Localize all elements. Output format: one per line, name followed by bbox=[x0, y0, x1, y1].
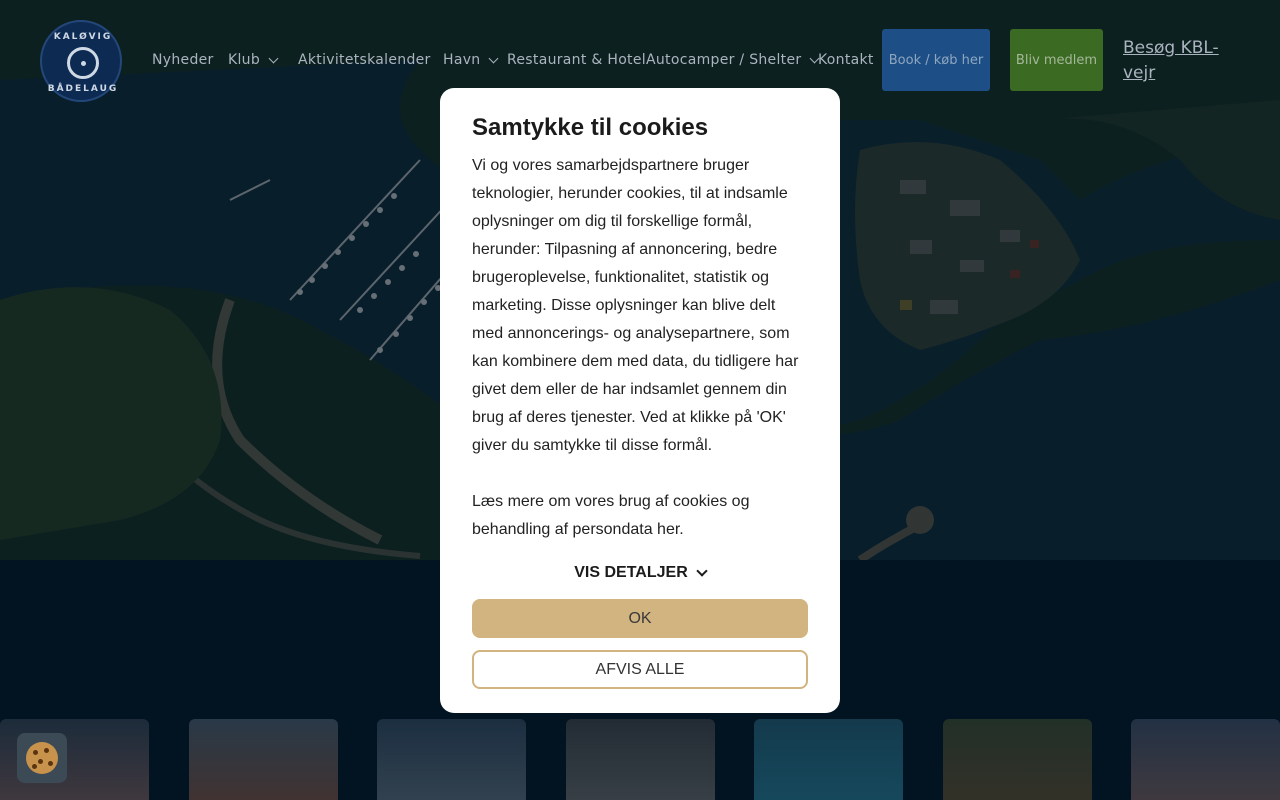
show-details-toggle[interactable]: VIS DETALJER bbox=[472, 564, 808, 582]
accept-button[interactable]: OK bbox=[472, 599, 808, 638]
ship-wheel-icon bbox=[67, 47, 99, 79]
nav-item-label: Nyheder bbox=[152, 52, 214, 68]
chevron-down-icon bbox=[268, 53, 279, 63]
weather-link[interactable]: Besøg KBL-vejr bbox=[1123, 36, 1243, 86]
club-logo[interactable]: KALØVIG BÅDELAUG bbox=[40, 20, 122, 102]
nav-item-aktivitetskalender[interactable]: Aktivitetskalender bbox=[298, 52, 431, 68]
dialog-body-text: Vi og vores samarbejdspartnere bruger te… bbox=[472, 157, 799, 454]
book-button[interactable]: Book / køb her bbox=[882, 29, 990, 91]
nav-item-kontakt[interactable]: Kontakt bbox=[818, 52, 874, 68]
cookie-consent-dialog: Samtykke til cookies Vi og vores samarbe… bbox=[440, 88, 840, 713]
nav-item-autocamper-shelter[interactable]: Autocamper / Shelter bbox=[646, 52, 820, 68]
nav-item-label: Restaurant & Hotel bbox=[507, 52, 646, 68]
nav-item-havn[interactable]: Havn bbox=[443, 52, 499, 68]
nav-item-nyheder[interactable]: Nyheder bbox=[152, 52, 214, 68]
dialog-title: Samtykke til cookies bbox=[472, 114, 709, 141]
nav-item-restaurant-hotel[interactable]: Restaurant & Hotel bbox=[507, 52, 646, 68]
reject-all-button[interactable]: AFVIS ALLE bbox=[472, 650, 808, 689]
nav-item-label: Klub bbox=[228, 52, 261, 68]
logo-bottom-text: BÅDELAUG bbox=[47, 84, 119, 94]
nav-item-label: Havn bbox=[443, 52, 481, 68]
show-details-label: VIS DETALJER bbox=[574, 564, 688, 581]
chevron-down-icon bbox=[696, 565, 708, 577]
become-member-button[interactable]: Bliv medlem bbox=[1010, 29, 1103, 91]
logo-top-text: KALØVIG bbox=[53, 32, 113, 42]
chevron-down-icon bbox=[489, 53, 499, 63]
nav-item-label: Autocamper / Shelter bbox=[646, 52, 802, 68]
nav-item-klub[interactable]: Klub bbox=[228, 52, 279, 68]
cookie-settings-button[interactable] bbox=[17, 733, 67, 783]
nav-item-label: Aktivitetskalender bbox=[298, 52, 431, 68]
privacy-info-link[interactable]: Læs mere om vores brug af cookies og beh… bbox=[472, 488, 808, 544]
nav-item-label: Kontakt bbox=[818, 52, 874, 68]
cookie-icon bbox=[26, 742, 58, 774]
